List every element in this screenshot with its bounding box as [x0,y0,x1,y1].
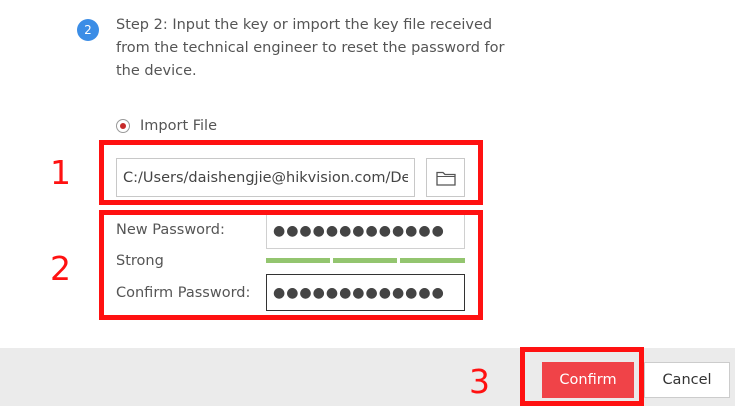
annotation-box-2 [99,210,483,320]
radio-selected-dot [120,123,126,129]
annotation-box-1 [99,140,483,205]
step-number-badge: 2 [77,19,99,41]
step-instruction: Step 2: Input the key or import the key … [116,17,505,79]
import-file-label[interactable]: Import File [140,116,217,136]
import-file-radio[interactable] [116,119,130,133]
annotation-number-2: 2 [50,249,71,288]
cancel-button[interactable]: Cancel [644,362,730,398]
annotation-number-3: 3 [469,362,490,401]
annotation-number-1: 1 [50,153,71,192]
annotation-box-3 [520,347,644,406]
